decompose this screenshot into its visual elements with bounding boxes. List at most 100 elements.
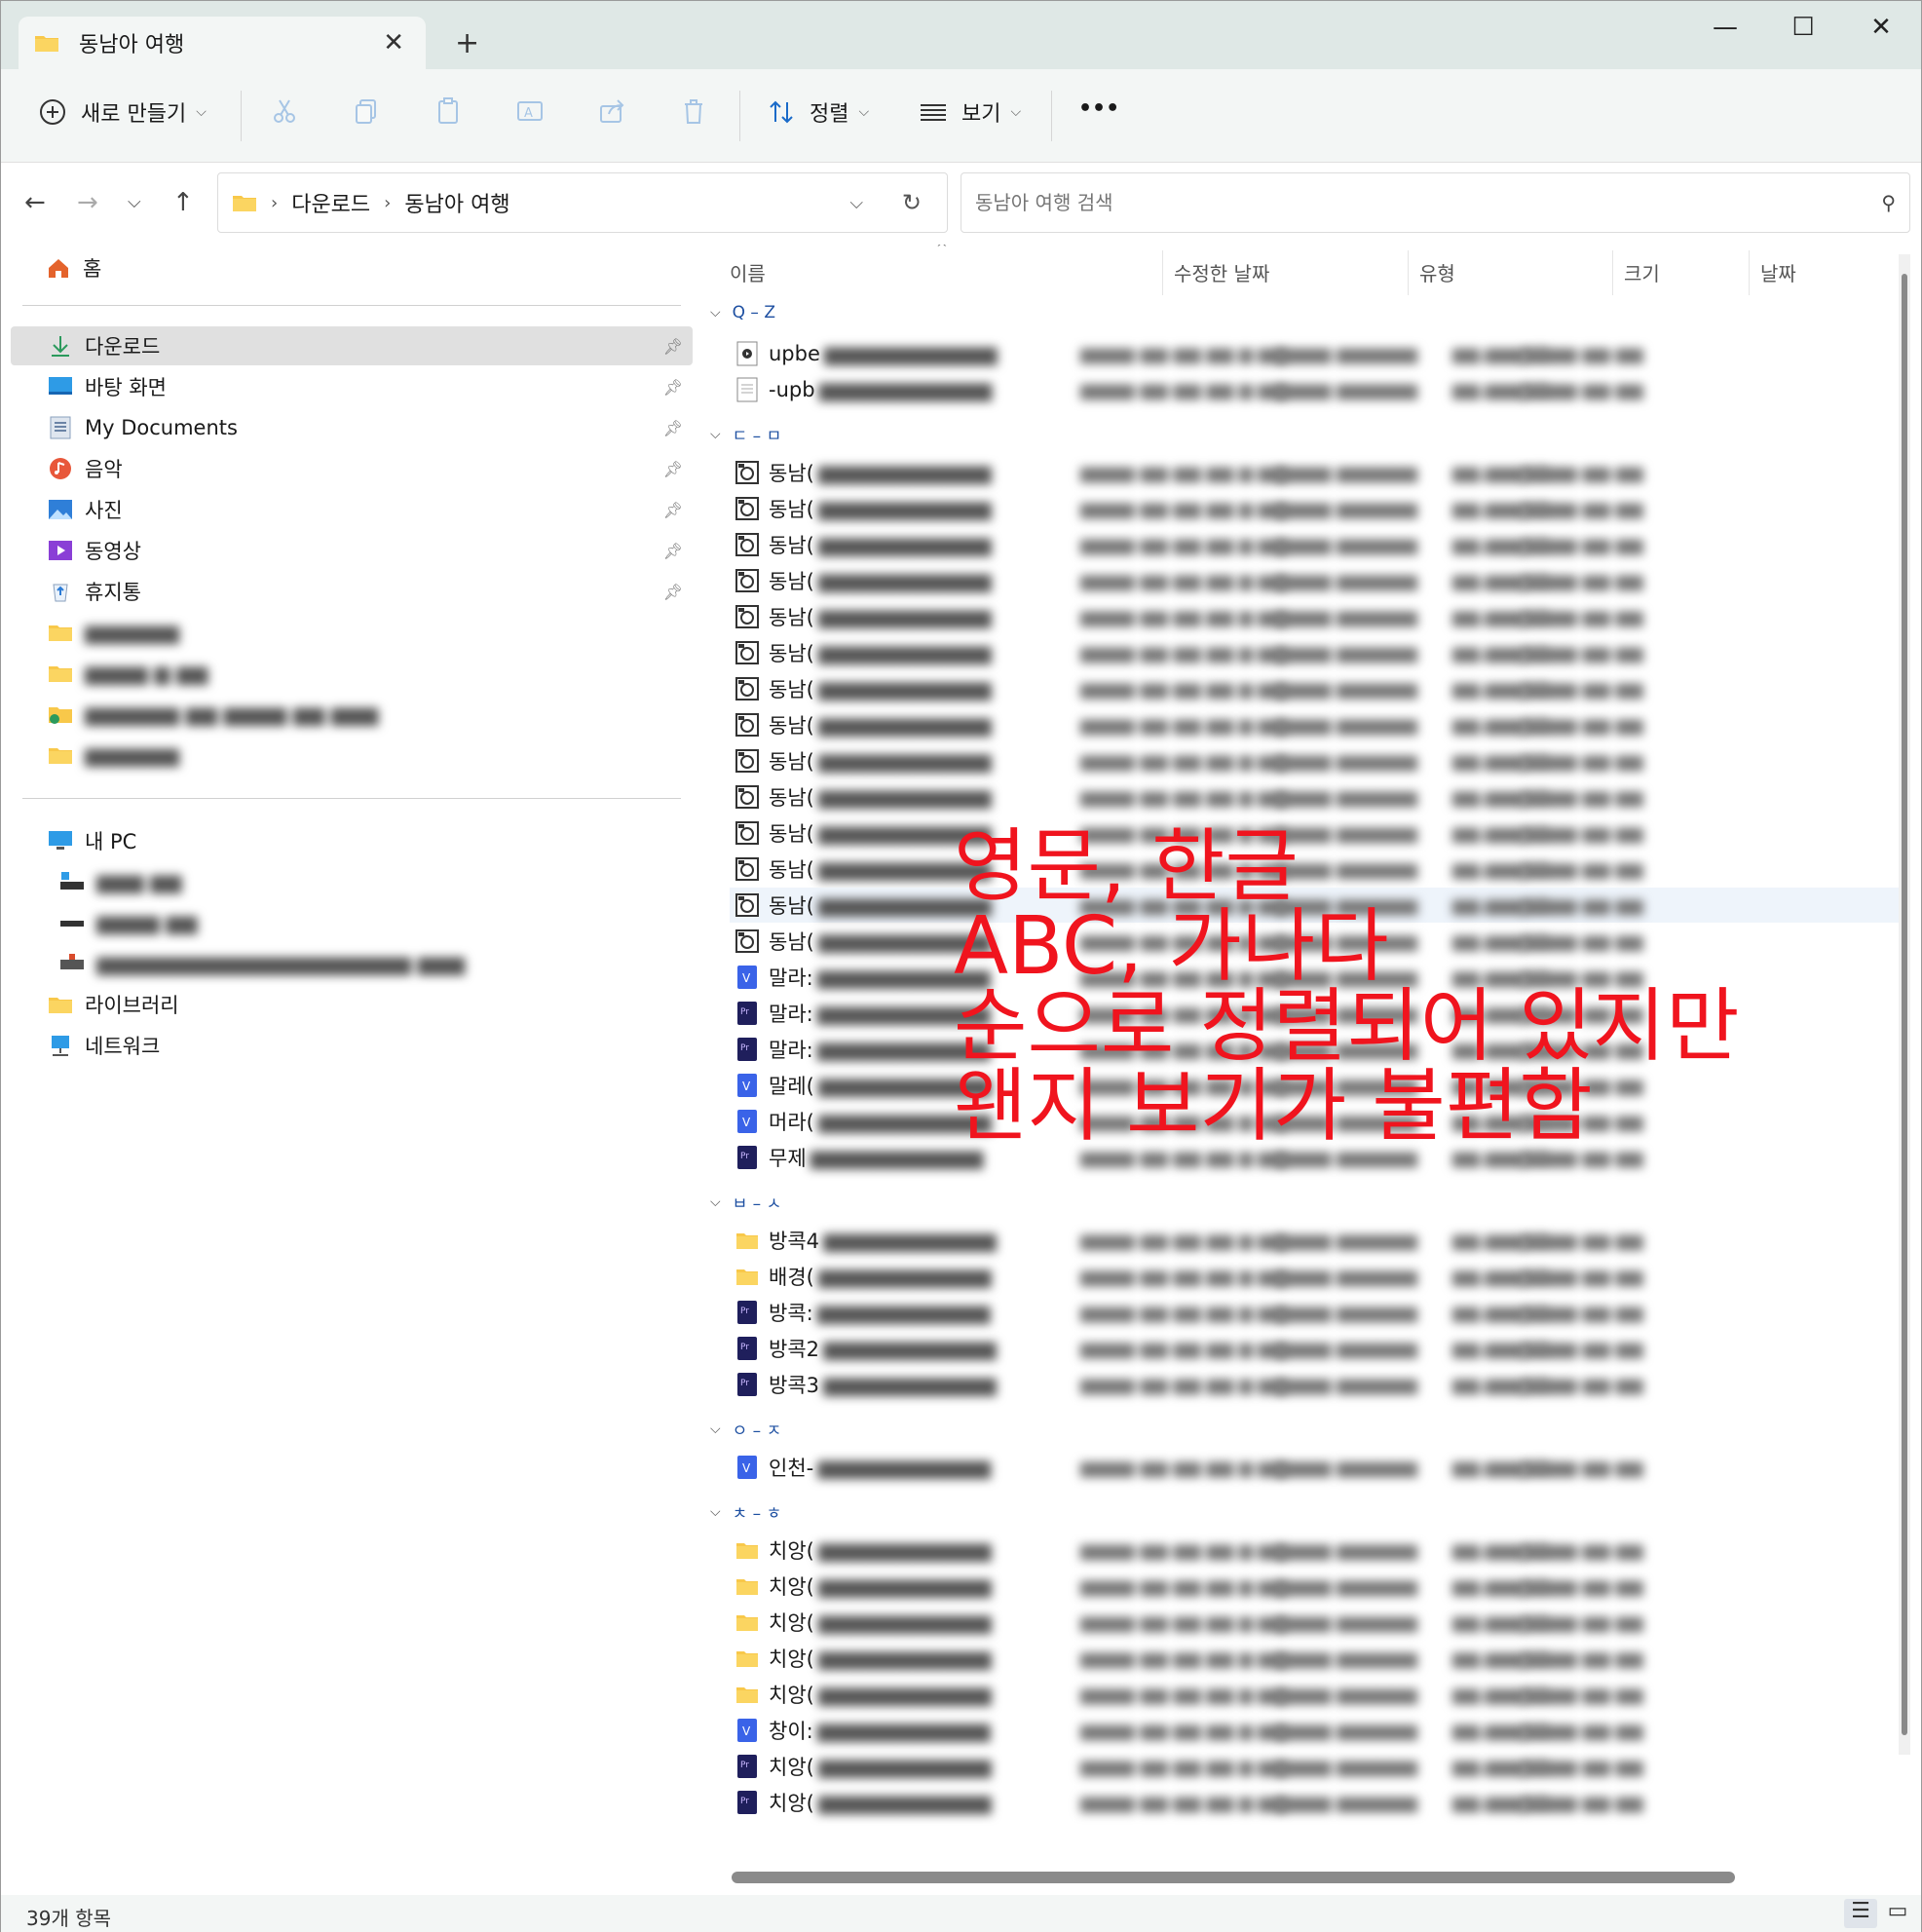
cut-button[interactable] — [270, 96, 299, 126]
file-row[interactable]: 동남(▆▆▆▆▆▆▆▆▆▆▆ ▆▆▆▆-▆▆-▆▆ ▆▆ ▆:▆▆ ▆▆▆▆ ▆▆▆… — [730, 527, 1899, 562]
pin-icon[interactable]: 📌︎ — [663, 542, 683, 560]
new-button[interactable]: 새로 만들기 ⌵ — [38, 96, 207, 128]
file-row[interactable]: Pr 치앙(▆▆▆▆▆▆▆▆▆▆▆ ▆▆▆▆-▆▆-▆▆ ▆▆ ▆:▆▆ ▆▆▆▆ ▆… — [730, 1785, 1899, 1820]
sidebar-item-libraries[interactable]: 라이브러리 — [11, 985, 693, 1024]
column-header-modified[interactable]: 수정한 날짜 — [1174, 258, 1269, 286]
file-row[interactable]: 치앙(▆▆▆▆▆▆▆▆▆▆▆ ▆▆▆▆-▆▆-▆▆ ▆▆ ▆:▆▆ ▆▆▆▆ ▆▆▆… — [730, 1605, 1899, 1640]
sidebar-item-folder[interactable]: ▆▆▆▆ ▆ ▆▆ — [11, 654, 693, 693]
file-row[interactable]: Pr 방콕: ▆▆▆▆▆▆▆▆▆▆▆ ▆▆▆▆-▆▆-▆▆ ▆▆ ▆:▆▆ ▆▆▆▆ ▆… — [730, 1295, 1899, 1330]
details-view-icon[interactable]: ☰ — [1844, 1899, 1877, 1928]
horizontal-scrollbar[interactable] — [732, 1872, 1735, 1883]
close-window-button[interactable]: ✕ — [1852, 13, 1910, 42]
column-header-date[interactable]: 날짜 — [1760, 258, 1796, 286]
pin-icon[interactable]: 📌︎ — [663, 460, 683, 478]
recent-locations-chevron-icon[interactable]: ⌵ — [128, 192, 141, 212]
refresh-icon[interactable]: ↻ — [902, 189, 922, 216]
file-row[interactable]: 동남(▆▆▆▆▆▆▆▆▆▆▆ ▆▆▆▆-▆▆-▆▆ ▆▆ ▆:▆▆ ▆▆▆▆ ▆▆▆… — [730, 491, 1899, 526]
file-row[interactable]: 치앙(▆▆▆▆▆▆▆▆▆▆▆ ▆▆▆▆-▆▆-▆▆ ▆▆ ▆:▆▆ ▆▆▆▆ ▆▆▆… — [730, 1533, 1899, 1568]
file-row[interactable]: upbe ▆▆▆▆▆▆▆▆▆▆▆ ▆▆▆▆-▆▆-▆▆ ▆▆ ▆:▆▆ ▆▆▆▆ ▆▆… — [730, 336, 1899, 371]
sidebar-item-music[interactable]: 음악 📌︎ — [11, 449, 693, 488]
view-button[interactable]: 보기 ⌵ — [919, 96, 1021, 128]
pin-icon[interactable]: 📌︎ — [663, 337, 683, 356]
more-options-button[interactable]: ••• — [1078, 96, 1119, 121]
file-row[interactable]: Pr 방콕3 ▆▆▆▆▆▆▆▆▆▆▆ ▆▆▆▆-▆▆-▆▆ ▆▆ ▆:▆▆ ▆▆▆▆ ▆… — [730, 1367, 1899, 1402]
sidebar-item-videos[interactable]: 동영상 📌︎ — [11, 531, 693, 570]
forward-arrow-icon[interactable]: → — [77, 188, 98, 217]
sidebar-item-network-drive[interactable]: ▆▆▆▆▆▆▆▆▆▆▆▆▆▆▆▆▆▆▆▆ ▆▆▆ — [11, 944, 693, 983]
sort-button[interactable]: 정렬 ⌵ — [767, 96, 869, 128]
file-row[interactable]: 치앙(▆▆▆▆▆▆▆▆▆▆▆ ▆▆▆▆-▆▆-▆▆ ▆▆ ▆:▆▆ ▆▆▆▆ ▆▆▆… — [730, 1677, 1899, 1712]
file-row[interactable]: Pr 치앙(▆▆▆▆▆▆▆▆▆▆▆ ▆▆▆▆-▆▆-▆▆ ▆▆ ▆:▆▆ ▆▆▆▆ ▆… — [730, 1749, 1899, 1784]
column-header-size[interactable]: 크기 — [1624, 258, 1660, 286]
sidebar-item-folder[interactable]: ▆▆▆▆▆▆ — [11, 736, 693, 775]
sidebar-item-downloads[interactable]: 다운로드 📌︎ — [11, 326, 693, 365]
large-icons-view-icon[interactable]: ▭ — [1881, 1899, 1914, 1928]
up-arrow-icon[interactable]: ↑ — [172, 188, 194, 217]
file-row[interactable]: V 창이: ▆▆▆▆▆▆▆▆▆▆▆ ▆▆▆▆-▆▆-▆▆ ▆▆ ▆:▆▆ ▆▆▆▆ ▆▆… — [730, 1713, 1899, 1748]
share-button[interactable] — [597, 96, 626, 126]
file-row[interactable]: Pr 방콕2 ▆▆▆▆▆▆▆▆▆▆▆ ▆▆▆▆-▆▆-▆▆ ▆▆ ▆:▆▆ ▆▆▆▆ ▆… — [730, 1331, 1899, 1366]
group-header[interactable]: ⌵ ㅇ – ㅈ — [710, 1417, 781, 1442]
scrollbar-thumb[interactable] — [1902, 274, 1907, 1735]
tab-current[interactable]: 동남아 여행 ✕ — [19, 17, 426, 69]
delete-button[interactable] — [679, 96, 708, 126]
group-header[interactable]: ⌵ ㅊ – ㅎ — [710, 1499, 781, 1525]
column-header-name[interactable]: 이름 — [730, 258, 766, 286]
search-box[interactable]: ⚲ — [961, 172, 1910, 233]
file-row[interactable]: 배경(▆▆▆▆▆▆▆▆▆▆▆ ▆▆▆▆-▆▆-▆▆ ▆▆ ▆:▆▆ ▆▆▆▆ ▆▆▆… — [730, 1259, 1899, 1294]
sidebar-item-pictures[interactable]: 사진 📌︎ — [11, 490, 693, 529]
chevron-down-icon: ⌵ — [1010, 104, 1022, 120]
image-file-icon — [735, 676, 759, 701]
sidebar-item-home[interactable]: 홈 — [11, 248, 693, 287]
vertical-scrollbar[interactable] — [1899, 254, 1910, 1755]
file-row[interactable]: 동남(▆▆▆▆▆▆▆▆▆▆▆ ▆▆▆▆-▆▆-▆▆ ▆▆ ▆:▆▆ ▆▆▆▆ ▆▆▆… — [730, 779, 1899, 814]
sidebar-item-drive[interactable]: ▆▆▆▆ ▆▆ — [11, 903, 693, 942]
blurred-modified-date: ▆▆▆▆-▆▆-▆▆ ▆▆ ▆:▆▆ — [1080, 1338, 1286, 1359]
minimize-button[interactable]: — — [1696, 13, 1754, 42]
file-row[interactable]: V 인천- ▆▆▆▆▆▆▆▆▆▆▆ ▆▆▆▆-▆▆-▆▆ ▆▆ ▆:▆▆ ▆▆▆▆ ▆▆… — [730, 1450, 1899, 1485]
sidebar-item-desktop[interactable]: 바탕 화면 📌︎ — [11, 367, 693, 406]
file-row[interactable]: 치앙(▆▆▆▆▆▆▆▆▆▆▆ ▆▆▆▆-▆▆-▆▆ ▆▆ ▆:▆▆ ▆▆▆▆ ▆▆▆… — [730, 1569, 1899, 1604]
column-header-type[interactable]: 유형 — [1419, 258, 1455, 286]
file-row[interactable]: -upb ▆▆▆▆▆▆▆▆▆▆▆ ▆▆▆▆-▆▆-▆▆ ▆▆ ▆:▆▆ ▆▆▆▆ ▆▆… — [730, 372, 1899, 407]
sidebar-item-documents[interactable]: My Documents 📌︎ — [11, 408, 693, 447]
sidebar-item-folder[interactable]: ▆▆▆▆▆▆ — [11, 613, 693, 652]
paste-button[interactable] — [433, 96, 463, 126]
sidebar-item-network[interactable]: 네트워크 — [11, 1026, 693, 1065]
file-row[interactable]: 동남(▆▆▆▆▆▆▆▆▆▆▆ ▆▆▆▆-▆▆-▆▆ ▆▆ ▆:▆▆ ▆▆▆▆ ▆▆▆… — [730, 743, 1899, 778]
address-history-chevron-icon[interactable]: ⌵ — [849, 193, 863, 213]
pin-icon[interactable]: 📌︎ — [663, 501, 683, 519]
rename-button[interactable]: A — [515, 96, 545, 126]
pin-icon[interactable]: 📌︎ — [663, 583, 683, 601]
address-bar[interactable]: › 다운로드 › 동남아 여행 ⌵ ↻ — [217, 172, 948, 233]
sidebar-item-recycle-bin[interactable]: 휴지통 📌︎ — [11, 572, 693, 611]
file-row[interactable]: 동남(▆▆▆▆▆▆▆▆▆▆▆ ▆▆▆▆-▆▆-▆▆ ▆▆ ▆:▆▆ ▆▆▆▆ ▆▆▆… — [730, 563, 1899, 598]
file-row[interactable]: 치앙(▆▆▆▆▆▆▆▆▆▆▆ ▆▆▆▆-▆▆-▆▆ ▆▆ ▆:▆▆ ▆▆▆▆ ▆▆▆… — [730, 1641, 1899, 1676]
blurred-file-name: ▆▆▆▆▆▆▆▆▆▆▆ — [818, 378, 993, 401]
breadcrumb-downloads[interactable]: 다운로드 — [291, 187, 370, 218]
pin-icon[interactable]: 📌︎ — [663, 419, 683, 437]
sidebar-item-drive[interactable]: ▆▆▆ ▆▆ — [11, 862, 693, 901]
maximize-button[interactable]: ☐ — [1774, 13, 1832, 42]
file-row[interactable]: 동남(▆▆▆▆▆▆▆▆▆▆▆ ▆▆▆▆-▆▆-▆▆ ▆▆ ▆:▆▆ ▆▆▆▆ ▆▆▆… — [730, 707, 1899, 742]
back-arrow-icon[interactable]: ← — [24, 188, 46, 217]
copy-button[interactable] — [352, 96, 381, 126]
pin-icon[interactable]: 📌︎ — [663, 378, 683, 397]
breadcrumb-current-folder[interactable]: 동남아 여행 — [404, 187, 509, 218]
group-header[interactable]: ⌵ Q – Z — [710, 303, 775, 322]
folder-icon — [49, 666, 72, 682]
file-row[interactable]: 동남(▆▆▆▆▆▆▆▆▆▆▆ ▆▆▆▆-▆▆-▆▆ ▆▆ ▆:▆▆ ▆▆▆▆ ▆▆▆… — [730, 671, 1899, 706]
file-row[interactable]: 동남(▆▆▆▆▆▆▆▆▆▆▆ ▆▆▆▆-▆▆-▆▆ ▆▆ ▆:▆▆ ▆▆▆▆ ▆▆▆… — [730, 635, 1899, 670]
group-header[interactable]: ⌵ ㄷ – ㅁ — [710, 422, 781, 447]
group-header[interactable]: ⌵ ㅂ – ㅅ — [710, 1190, 781, 1215]
sidebar-item-this-pc[interactable]: 내 PC — [11, 821, 693, 860]
new-tab-button[interactable]: + — [455, 26, 479, 60]
file-row[interactable]: 동남(▆▆▆▆▆▆▆▆▆▆▆ ▆▆▆▆-▆▆-▆▆ ▆▆ ▆:▆▆ ▆▆▆▆ ▆▆▆… — [730, 599, 1899, 634]
blurred-modified-date: ▆▆▆▆-▆▆-▆▆ ▆▆ ▆:▆▆ — [1080, 1539, 1286, 1561]
tab-close-icon[interactable]: ✕ — [383, 28, 404, 57]
sidebar-item-folder[interactable]: ▆▆▆▆▆▆ ▆▆ ▆▆▆▆ ▆▆ ▆▆▆ — [11, 695, 693, 734]
file-row[interactable]: 동남(▆▆▆▆▆▆▆▆▆▆▆ ▆▆▆▆-▆▆-▆▆ ▆▆ ▆:▆▆ ▆▆▆▆ ▆▆▆… — [730, 455, 1899, 490]
search-input[interactable] — [975, 191, 1832, 214]
file-row[interactable]: 방콕4 ▆▆▆▆▆▆▆▆▆▆▆ ▆▆▆▆-▆▆-▆▆ ▆▆ ▆:▆▆ ▆▆▆▆ ▆▆▆… — [730, 1223, 1899, 1258]
group-label: Q – Z — [732, 303, 775, 322]
